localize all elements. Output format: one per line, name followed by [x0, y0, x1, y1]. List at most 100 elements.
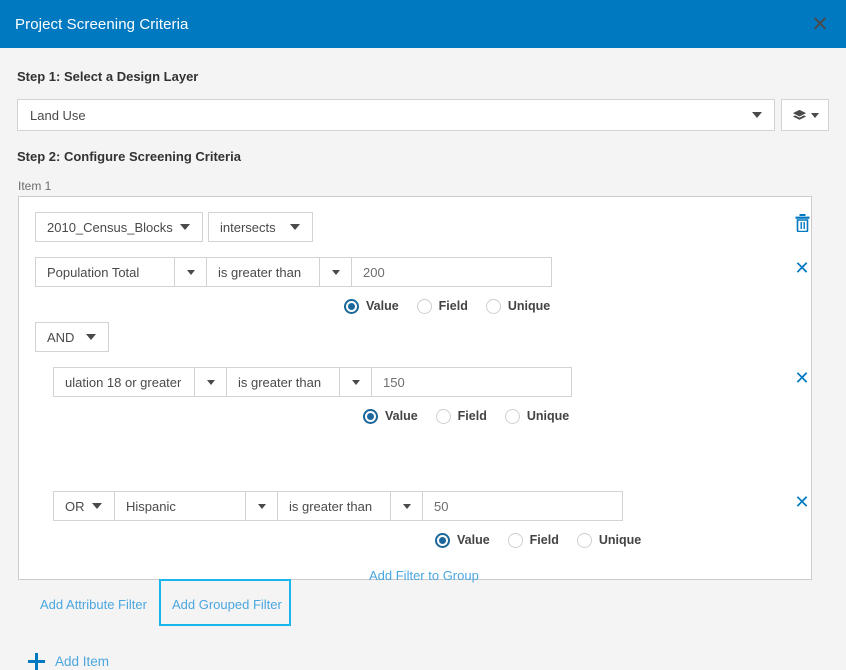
- trash-icon: [794, 214, 811, 232]
- filter-2-operator-caret[interactable]: [340, 367, 372, 397]
- filter-2-value: 150: [372, 375, 413, 390]
- remove-filter-3-button[interactable]: ✕: [791, 491, 813, 513]
- chevron-down-icon: [290, 224, 300, 230]
- plus-icon: [28, 653, 45, 670]
- chevron-down-icon: [180, 224, 190, 230]
- filter-1-radio-field-label: Field: [439, 299, 468, 313]
- radio-icon-checked: [344, 299, 359, 314]
- filter-3-radio-value-label: Value: [457, 533, 490, 547]
- radio-icon: [417, 299, 432, 314]
- filter-3-conjunction-value: OR: [54, 499, 88, 514]
- chevron-down-icon: [258, 504, 266, 509]
- filter-1-radio-value[interactable]: Value: [344, 299, 399, 314]
- close-icon: ✕: [794, 259, 809, 277]
- filter-row-2: ulation 18 or greater is greater than 15…: [53, 367, 572, 397]
- item-label: Item 1: [18, 179, 51, 193]
- filter-1-operator-caret[interactable]: [320, 257, 352, 287]
- filter-2-radio-value-label: Value: [385, 409, 418, 423]
- filter-2-operator-select[interactable]: is greater than: [227, 367, 340, 397]
- filter-2-source-radios: Value Field Unique: [363, 406, 587, 426]
- layer-list-button[interactable]: [781, 99, 829, 131]
- radio-icon-checked: [435, 533, 450, 548]
- radio-icon: [436, 409, 451, 424]
- chevron-down-icon: [403, 504, 411, 509]
- chevron-down-icon: [752, 112, 762, 118]
- layers-icon: [792, 108, 807, 123]
- filter-2-radio-unique[interactable]: Unique: [505, 409, 569, 424]
- filter-3-value-input[interactable]: 50: [423, 491, 623, 521]
- delete-item-button[interactable]: [791, 212, 813, 234]
- filter-3-field-caret[interactable]: [246, 491, 278, 521]
- radio-icon-checked: [363, 409, 378, 424]
- step2-heading: Step 2: Configure Screening Criteria: [17, 149, 241, 164]
- filter-1-radio-unique-label: Unique: [508, 299, 550, 313]
- radio-icon: [486, 299, 501, 314]
- filter-1-radio-unique[interactable]: Unique: [486, 299, 550, 314]
- filter-1-field-caret[interactable]: [175, 257, 207, 287]
- filter-3-radio-field[interactable]: Field: [508, 533, 559, 548]
- chevron-down-icon: [92, 503, 102, 509]
- radio-icon: [508, 533, 523, 548]
- filter-2-radio-unique-label: Unique: [527, 409, 569, 423]
- add-item-label: Add Item: [55, 654, 109, 669]
- filter-3-radio-unique[interactable]: Unique: [577, 533, 641, 548]
- add-attribute-filter-link[interactable]: Add Attribute Filter: [40, 597, 147, 612]
- close-icon: ✕: [794, 493, 809, 511]
- remove-filter-1-button[interactable]: ✕: [791, 257, 813, 279]
- filter-row-1: Population Total is greater than 200: [35, 257, 552, 287]
- filter-2-value-input[interactable]: 150: [372, 367, 572, 397]
- close-icon: ✕: [794, 369, 809, 387]
- filter-2-radio-value[interactable]: Value: [363, 409, 418, 424]
- census-layer-select[interactable]: 2010_Census_Blocks: [35, 212, 203, 242]
- filter-1-operator-select[interactable]: is greater than: [207, 257, 320, 287]
- filter-2-field-select[interactable]: ulation 18 or greater: [53, 367, 195, 397]
- filter-3-field-value: Hispanic: [115, 499, 184, 514]
- chevron-down-icon: [811, 113, 819, 118]
- chevron-down-icon: [86, 334, 96, 340]
- relationship-select[interactable]: intersects: [208, 212, 313, 242]
- chevron-down-icon: [207, 380, 215, 385]
- filter-2-field-caret[interactable]: [195, 367, 227, 397]
- step1-heading: Step 1: Select a Design Layer: [17, 69, 198, 84]
- filter-3-radio-value[interactable]: Value: [435, 533, 490, 548]
- relationship-value: intersects: [209, 220, 284, 235]
- close-icon[interactable]: ✕: [804, 8, 836, 40]
- design-layer-row: Land Use: [17, 99, 829, 131]
- chevron-down-icon: [352, 380, 360, 385]
- filter-row-3: OR Hispanic is greater than 50: [53, 491, 623, 521]
- dialog-body: Step 1: Select a Design Layer Land Use S…: [0, 48, 846, 632]
- add-item-button[interactable]: Add Item: [28, 653, 109, 670]
- filter-1-value-input[interactable]: 200: [352, 257, 552, 287]
- filter-1-radio-field[interactable]: Field: [417, 299, 468, 314]
- filter-1-value: 200: [352, 265, 393, 280]
- spatial-filter-row: 2010_Census_Blocks intersects: [35, 212, 313, 242]
- add-grouped-filter-link[interactable]: Add Grouped Filter: [172, 597, 282, 612]
- group-conjunction-value: AND: [36, 330, 82, 345]
- census-layer-value: 2010_Census_Blocks: [36, 220, 176, 235]
- filter-2-field-value: ulation 18 or greater: [54, 375, 189, 390]
- design-layer-value: Land Use: [30, 108, 86, 123]
- filter-3-value: 50: [423, 499, 456, 514]
- filter-1-field-select[interactable]: Population Total: [35, 257, 175, 287]
- filter-3-field-select[interactable]: Hispanic: [115, 491, 246, 521]
- filter-3-operator-select[interactable]: is greater than: [278, 491, 391, 521]
- filter-1-radio-value-label: Value: [366, 299, 399, 313]
- design-layer-select[interactable]: Land Use: [17, 99, 775, 131]
- filter-2-radio-field[interactable]: Field: [436, 409, 487, 424]
- filter-3-conjunction-select[interactable]: OR: [53, 491, 115, 521]
- chevron-down-icon: [332, 270, 340, 275]
- radio-icon: [577, 533, 592, 548]
- filter-1-source-radios: Value Field Unique: [344, 296, 568, 316]
- add-filter-to-group-link[interactable]: Add Filter to Group: [369, 568, 479, 583]
- filter-3-source-radios: Value Field Unique: [435, 530, 659, 550]
- filter-1-field-value: Population Total: [36, 265, 147, 280]
- chevron-down-icon: [187, 270, 195, 275]
- filter-3-operator-value: is greater than: [278, 499, 380, 514]
- filter-2-radio-field-label: Field: [458, 409, 487, 423]
- group-conjunction-select[interactable]: AND: [35, 322, 109, 352]
- radio-icon: [505, 409, 520, 424]
- page-title: Project Screening Criteria: [15, 16, 189, 33]
- filter-2-operator-value: is greater than: [227, 375, 329, 390]
- remove-filter-2-button[interactable]: ✕: [791, 367, 813, 389]
- filter-3-operator-caret[interactable]: [391, 491, 423, 521]
